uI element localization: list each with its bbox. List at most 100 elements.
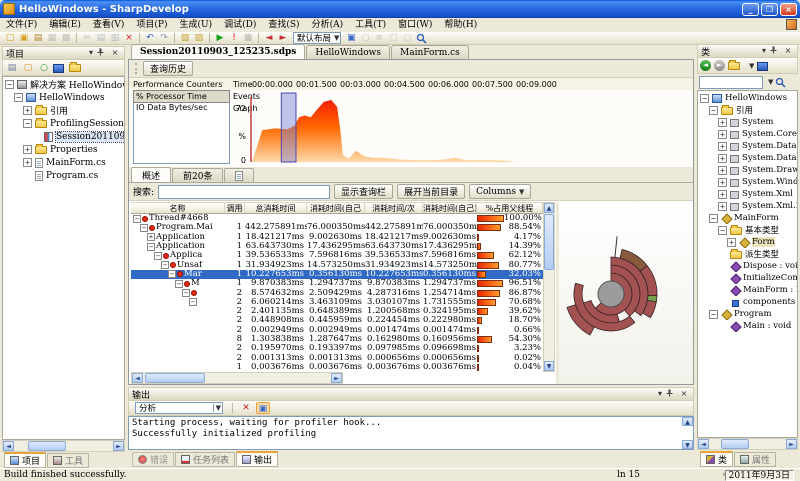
call-tree-row[interactable]: −Unsaf 1 31.934923ms 14.573250ms 31.9349… <box>131 260 543 269</box>
tree-expander[interactable]: − <box>23 119 32 128</box>
counters-list[interactable]: % Processor TimeIO Data Bytes/sec <box>133 90 230 164</box>
call-tree-row[interactable]: 2 0.001313ms 0.001313ms 0.000656ms 0.000… <box>131 353 543 362</box>
call-tree-row[interactable]: 1 0.003676ms 0.003676ms 0.003676ms 0.003… <box>131 363 543 372</box>
dock-tab-错误[interactable]: 错误 <box>132 452 174 467</box>
search-icon[interactable] <box>775 77 786 88</box>
classes-tree-item[interactable]: InitializeComp <box>698 272 797 284</box>
new-view-tab[interactable] <box>224 168 254 182</box>
tree-expander[interactable]: + <box>718 190 727 199</box>
tree-expander[interactable]: − <box>709 310 718 319</box>
forward-icon[interactable]: ► <box>714 60 725 71</box>
project-tree-item[interactable]: −解决方案 HelloWindows <box>3 78 124 91</box>
classes-tree-item[interactable]: −Program <box>698 308 797 320</box>
col-header-3[interactable]: 消耗时间(自己 <box>307 203 365 213</box>
restore-button[interactable]: ❐ <box>761 3 778 16</box>
row-expander[interactable]: + <box>147 233 155 241</box>
word-wrap-icon[interactable]: ▣ <box>256 402 270 414</box>
paste-icon[interactable]: ▥ <box>108 32 122 44</box>
call-tree-row[interactable]: −Application 1 63.643730ms 17.436295ms 6… <box>131 242 543 251</box>
table-header[interactable]: 名称调用总消耗时间消耗时间(自己消耗时间/次消耗时间(自己)/%占用父线程 <box>131 202 543 214</box>
doc-tab-0[interactable]: Session20110903_125235.sdps <box>131 44 305 59</box>
call-tree-row[interactable]: 2 0.195970ms 0.193397ms 0.097985ms 0.096… <box>131 344 543 353</box>
columns-button[interactable]: Columns▼ <box>469 184 531 199</box>
call-tree-row[interactable]: −M 1 9.870383ms 1.294737ms 9.870383ms 1.… <box>131 279 543 288</box>
search-icon[interactable] <box>414 32 428 44</box>
classes-tree-item[interactable]: +System.Xml.Li <box>698 200 797 212</box>
undo-icon[interactable]: ↶ <box>143 32 157 44</box>
tree-expander[interactable]: + <box>718 130 727 139</box>
browser-icon[interactable]: ◻ <box>358 32 372 44</box>
open-project-icon[interactable]: ▤ <box>31 32 45 44</box>
classes-tree-item[interactable]: 派生类型 <box>698 248 797 260</box>
stop-icon[interactable]: ■ <box>241 32 255 44</box>
menu-item-3[interactable]: 项目(P) <box>130 19 173 32</box>
classes-tree-item[interactable]: −引用 <box>698 104 797 116</box>
project-tree-item[interactable]: Program.cs <box>3 169 124 182</box>
new-window-icon[interactable]: ▣ <box>344 32 358 44</box>
dock-tab-工具[interactable]: 工具 <box>47 453 89 468</box>
project-tree-item[interactable]: +引用 <box>3 104 124 117</box>
ring-diagram[interactable] <box>559 202 693 384</box>
classes-tree-hscrollbar[interactable]: ◄► <box>697 438 798 450</box>
build-icon[interactable]: ▧ <box>178 32 192 44</box>
tree-expander[interactable]: + <box>718 166 727 175</box>
scope-folder-icon[interactable] <box>728 62 740 70</box>
search-dropdown-arrow[interactable]: ▼ <box>768 78 773 86</box>
prev-bookmark-icon[interactable]: ◄ <box>262 32 276 44</box>
tree-expander[interactable]: − <box>709 214 718 223</box>
classes-tree-item[interactable]: Main : void <box>698 320 797 332</box>
col-header-6[interactable]: %占用父线程 <box>477 203 543 213</box>
close-panel-icon[interactable]: × <box>109 48 121 59</box>
classes-tree-item[interactable]: +Form <box>698 236 797 248</box>
row-expander[interactable]: − <box>182 289 190 297</box>
back-icon[interactable]: ◄ <box>700 60 711 71</box>
output-vscrollbar[interactable]: ▲▼ <box>682 417 693 449</box>
row-expander[interactable]: − <box>133 215 141 223</box>
panel-menu-icon[interactable]: ▾ <box>85 48 97 59</box>
comment-icon[interactable]: ▢ <box>386 32 400 44</box>
project-tree-item[interactable]: −HelloWindows <box>3 91 124 104</box>
dock-tab-类[interactable]: 类 <box>700 451 733 467</box>
pin-icon[interactable] <box>770 46 782 57</box>
classes-tree-item[interactable]: −MainForm <box>698 212 797 224</box>
close-panel-icon[interactable]: × <box>782 46 794 57</box>
copy-icon[interactable]: ▤ <box>94 32 108 44</box>
redo-icon[interactable]: ↷ <box>157 32 171 44</box>
call-tree-row[interactable]: −Thread#4668 100.00% <box>131 214 543 223</box>
classes-tree-item[interactable]: +System <box>698 116 797 128</box>
dock-tab-项目[interactable]: 项目 <box>4 452 46 468</box>
table-vscrollbar[interactable]: ▲▼ <box>543 202 555 372</box>
tree-expander[interactable]: + <box>718 202 727 211</box>
next-bookmark-icon[interactable]: ► <box>276 32 290 44</box>
menu-item-1[interactable]: 编辑(E) <box>43 19 87 32</box>
tree-expander[interactable]: + <box>23 145 32 154</box>
tree-expander[interactable]: − <box>718 226 727 235</box>
help-book-icon[interactable] <box>53 64 64 73</box>
open-icon[interactable]: ▣ <box>17 32 31 44</box>
save-all-icon[interactable]: ▩ <box>59 32 73 44</box>
menu-item-6[interactable]: 查找(S) <box>262 19 305 32</box>
tree-expander[interactable]: + <box>727 238 736 247</box>
time-selection[interactable] <box>281 93 296 162</box>
output-console[interactable]: Starting process, waiting for profiler h… <box>128 416 694 450</box>
classes-tree-item[interactable]: components : I <box>698 296 797 308</box>
tree-expander[interactable]: + <box>718 142 727 151</box>
menu-item-2[interactable]: 查看(V) <box>87 19 131 32</box>
menu-item-7[interactable]: 分析(A) <box>306 19 350 32</box>
col-header-2[interactable]: 总消耗时间 <box>245 203 307 213</box>
dock-tab-输出[interactable]: 输出 <box>236 451 278 467</box>
project-tree-hscrollbar[interactable]: ◄► <box>2 440 125 452</box>
table-hscrollbar[interactable]: ◄► <box>131 372 343 384</box>
call-tree-row[interactable]: −Applica 1 39.536533ms 7.596816ms 39.536… <box>131 251 543 260</box>
classes-tree-item[interactable]: MainForm : Mai <box>698 284 797 296</box>
run-no-debug-icon[interactable]: ! <box>227 32 241 44</box>
tree-expander[interactable]: − <box>5 80 14 89</box>
save-icon[interactable]: ▦ <box>45 32 59 44</box>
col-header-4[interactable]: 消耗时间/次 <box>365 203 423 213</box>
classes-tree-item[interactable]: +System.Drawing <box>698 164 797 176</box>
scope-dropdown-arrow[interactable]: ▼ <box>749 62 754 70</box>
menu-item-8[interactable]: 工具(T) <box>349 19 392 32</box>
tree-expander[interactable]: − <box>14 93 23 102</box>
row-expander[interactable]: − <box>189 298 197 306</box>
expand-current-button[interactable]: 展开当前目录 <box>397 184 465 199</box>
